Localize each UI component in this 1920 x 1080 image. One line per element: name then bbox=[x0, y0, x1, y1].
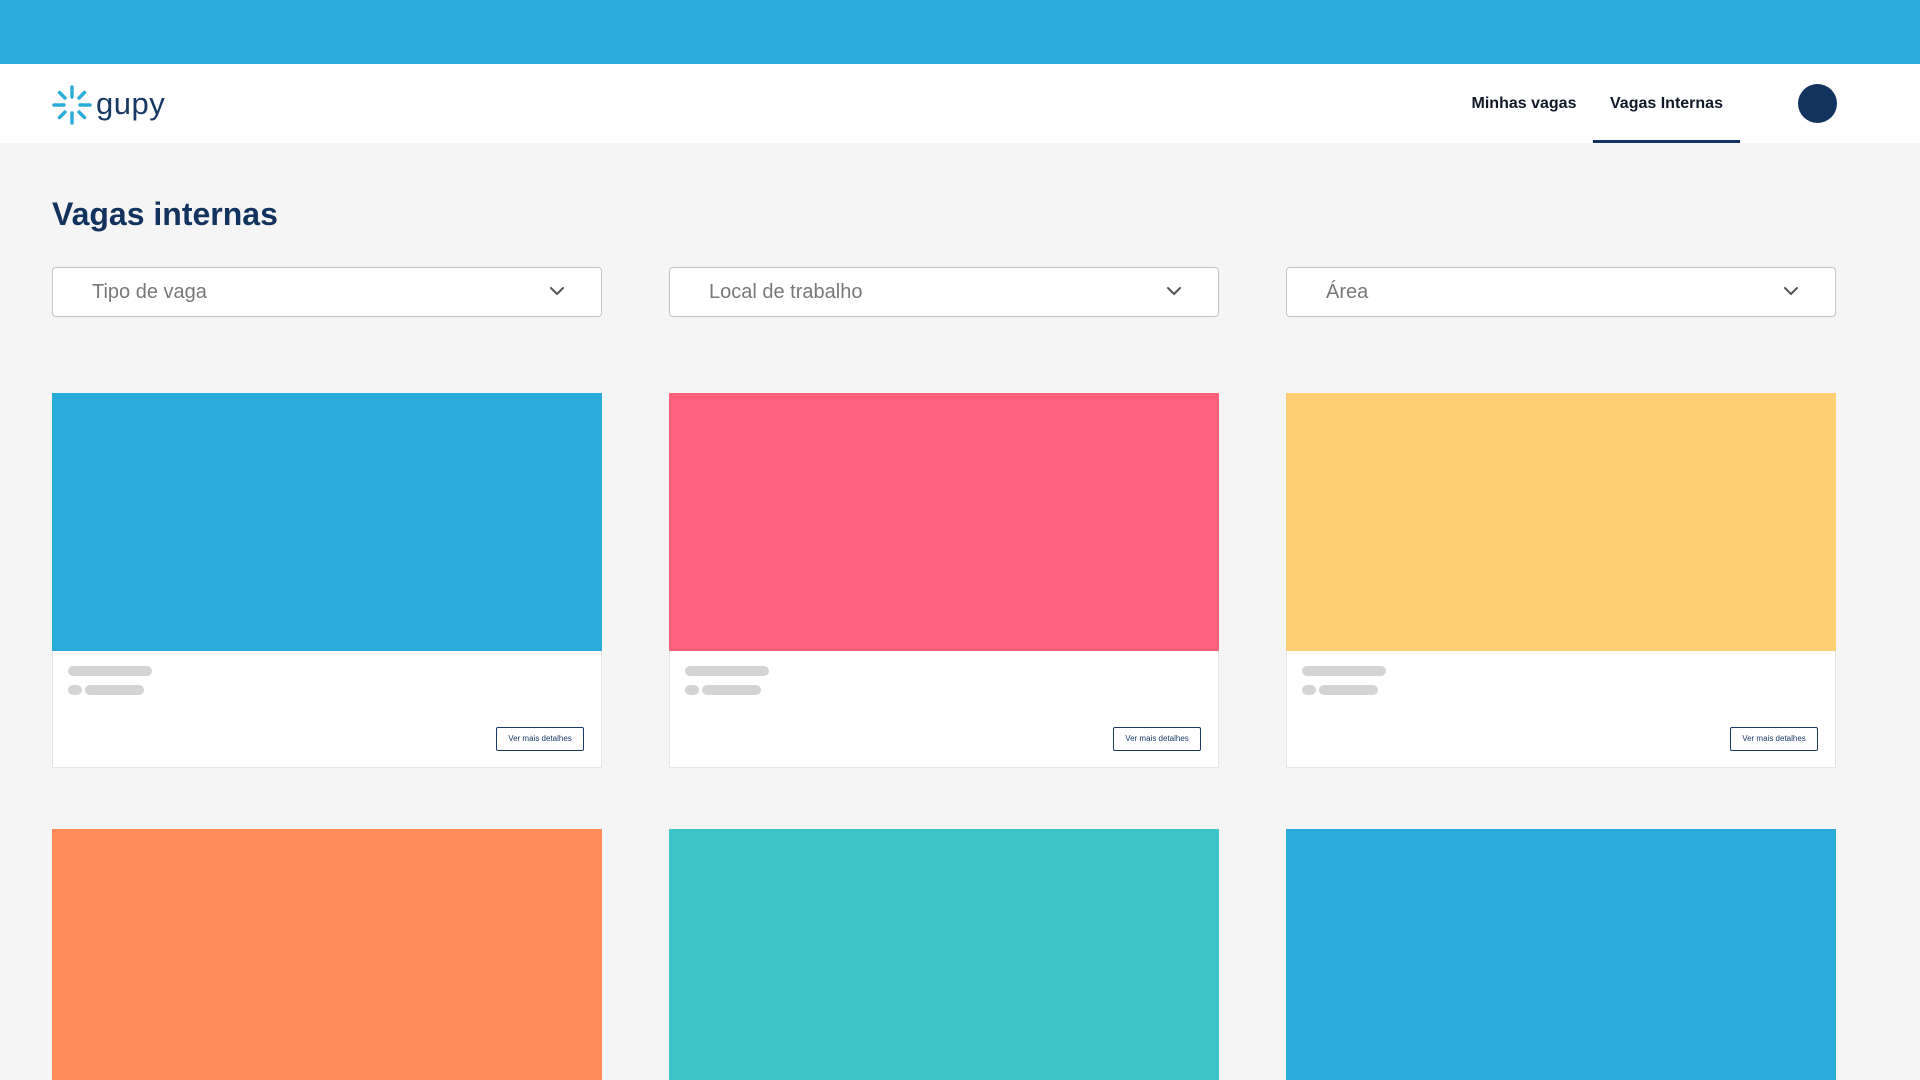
title-placeholder bbox=[685, 666, 769, 676]
chevron-down-icon bbox=[550, 287, 564, 295]
job-card-banner bbox=[1286, 393, 1836, 651]
title-placeholder bbox=[68, 666, 152, 676]
subtitle-placeholder bbox=[1319, 685, 1378, 695]
job-card[interactable]: Ver mais detalhes bbox=[669, 393, 1219, 768]
filter-tipo-de-vaga[interactable]: Tipo de vaga bbox=[52, 267, 602, 317]
job-card-banner bbox=[669, 393, 1219, 651]
filter-area-label: Área bbox=[1326, 281, 1369, 303]
filter-area[interactable]: Área bbox=[1286, 267, 1836, 317]
job-card[interactable] bbox=[1286, 829, 1836, 1080]
job-card[interactable]: Ver mais detalhes bbox=[52, 393, 602, 768]
subtitle-placeholder bbox=[702, 685, 761, 695]
job-card[interactable]: Ver mais detalhes bbox=[1286, 393, 1836, 768]
icon-placeholder bbox=[68, 685, 82, 695]
ver-mais-detalhes-button[interactable]: Ver mais detalhes bbox=[1730, 727, 1818, 751]
job-card-banner bbox=[52, 393, 602, 651]
user-avatar[interactable] bbox=[1798, 84, 1837, 123]
gupy-logo-text: gupy bbox=[96, 85, 166, 121]
ver-mais-detalhes-button[interactable]: Ver mais detalhes bbox=[1113, 727, 1201, 751]
chevron-down-icon bbox=[1167, 287, 1181, 295]
top-navbar: gupy Minhas vagas Vagas Internas bbox=[0, 64, 1920, 143]
nav-minhas-vagas[interactable]: Minhas vagas bbox=[1464, 64, 1584, 143]
active-nav-underline bbox=[1593, 140, 1740, 143]
nav-vagas-internas[interactable]: Vagas Internas bbox=[1593, 64, 1740, 143]
icon-placeholder bbox=[1302, 685, 1316, 695]
filter-tipo-de-vaga-label: Tipo de vaga bbox=[92, 281, 207, 303]
icon-placeholder bbox=[685, 685, 699, 695]
filter-local-de-trabalho-label: Local de trabalho bbox=[709, 281, 863, 303]
nav-vagas-internas-label: Vagas Internas bbox=[1610, 95, 1723, 112]
page-title: Vagas internas bbox=[52, 196, 278, 232]
filter-local-de-trabalho[interactable]: Local de trabalho bbox=[669, 267, 1219, 317]
top-color-strip bbox=[0, 0, 1920, 64]
gupy-sparkle-icon bbox=[52, 85, 92, 125]
job-card[interactable] bbox=[669, 829, 1219, 1080]
ver-mais-detalhes-button[interactable]: Ver mais detalhes bbox=[496, 727, 584, 751]
title-placeholder bbox=[1302, 666, 1386, 676]
chevron-down-icon bbox=[1784, 287, 1798, 295]
subtitle-placeholder bbox=[85, 685, 144, 695]
gupy-logo[interactable]: gupy bbox=[51, 84, 165, 126]
job-card[interactable] bbox=[52, 829, 602, 1080]
